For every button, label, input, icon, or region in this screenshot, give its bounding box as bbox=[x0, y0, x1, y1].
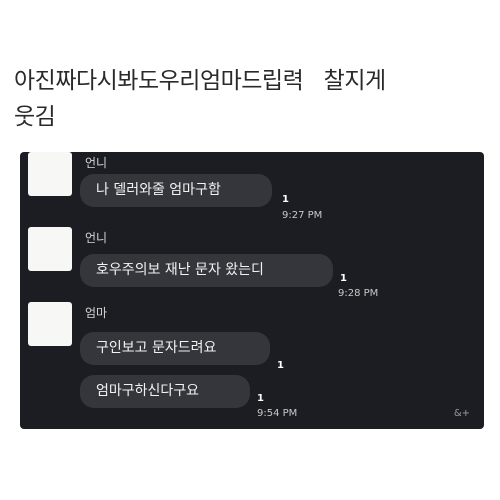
message-time: 9:54 PM bbox=[257, 408, 298, 419]
corner-mark: &+ bbox=[453, 408, 470, 419]
message-bubble[interactable]: 호우주의보 재난 문자 왔는디 bbox=[80, 254, 333, 287]
caption-line-1: 아진짜다시봐도우리엄마드립력 찰지게 bbox=[14, 68, 386, 94]
message-bubble[interactable]: 나 델러와줄 엄마구함 bbox=[80, 174, 272, 207]
avatar[interactable] bbox=[28, 227, 72, 271]
unread-count: 1 bbox=[282, 194, 289, 205]
message-time: 9:27 PM bbox=[282, 210, 323, 221]
avatar[interactable] bbox=[28, 302, 72, 346]
chat-screenshot: 언니 나 델러와줄 엄마구함 1 9:27 PM 언니 호우주의보 재난 문자 … bbox=[20, 152, 484, 429]
sender-name: 엄마 bbox=[85, 306, 108, 320]
unread-count: 1 bbox=[340, 273, 347, 284]
caption-line-2: 웃김 bbox=[14, 104, 56, 130]
unread-count: 1 bbox=[257, 393, 264, 404]
sender-name: 언니 bbox=[85, 156, 108, 170]
message-bubble[interactable]: 엄마구하신다구요 bbox=[80, 375, 250, 408]
post-caption: 아진짜다시봐도우리엄마드립력 찰지게 웃김 bbox=[14, 63, 484, 135]
message-bubble[interactable]: 구인보고 문자드려요 bbox=[80, 332, 270, 365]
message-time: 9:28 PM bbox=[338, 288, 379, 299]
sender-name: 언니 bbox=[85, 231, 108, 245]
unread-count: 1 bbox=[277, 360, 284, 371]
avatar[interactable] bbox=[28, 152, 72, 196]
